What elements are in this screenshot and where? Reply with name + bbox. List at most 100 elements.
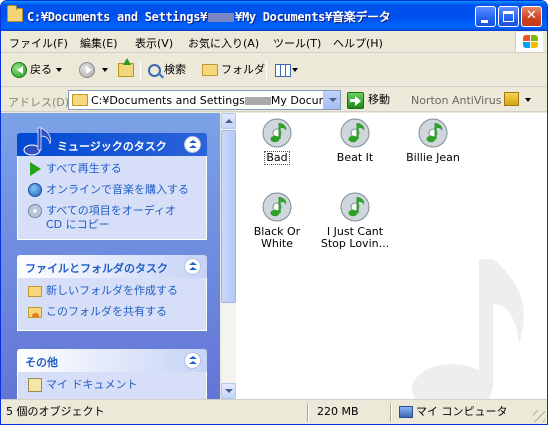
- task-pane-scrollbar[interactable]: [220, 113, 236, 399]
- title-bar[interactable]: C:¥Documents and Settings¥ ¥My Documents¥…: [1, 1, 547, 31]
- menu-view[interactable]: 表示(V): [135, 35, 173, 51]
- back-label: 戻る: [30, 63, 52, 76]
- file-name: Beat It: [336, 151, 374, 164]
- file-list-view[interactable]: Bad Beat It Billie Jean Black Or White I…: [237, 113, 547, 399]
- object-count: 5 個のオブジェクト: [6, 405, 105, 418]
- music-file-icon: [338, 191, 372, 223]
- redacted-username: [244, 97, 271, 105]
- buy-music-label: オンラインで音楽を購入する: [46, 183, 189, 196]
- file-folder-tasks-panel: ファイルとフォルダのタスク 新しいフォルダを作成する このフォルダを共有する: [17, 255, 207, 331]
- music-file-icon: [260, 191, 294, 223]
- other-places-body: マイ ドキュメント: [17, 372, 207, 399]
- status-separator: [307, 403, 309, 422]
- other-places-header[interactable]: その他: [17, 349, 207, 372]
- go-arrow-icon: [347, 91, 364, 109]
- norton-icon[interactable]: [504, 92, 519, 106]
- file-name: Billie Jean: [406, 151, 460, 164]
- menu-file[interactable]: ファイル(F): [9, 35, 68, 51]
- file-folder-tasks-header[interactable]: ファイルとフォルダのタスク: [17, 255, 207, 278]
- music-file-icon: [260, 117, 294, 149]
- other-places-panel: その他 マイ ドキュメント: [17, 349, 207, 399]
- folder-icon: [7, 5, 23, 22]
- standard-toolbar: 戻る 検索 フォルダ: [1, 54, 547, 87]
- status-bar: 5 個のオブジェクト 220 MB マイ コンピュータ: [1, 399, 547, 424]
- scroll-up-button[interactable]: [221, 113, 236, 129]
- explorer-window: C:¥Documents and Settings¥ ¥My Documents¥…: [0, 0, 548, 425]
- search-label: 検索: [164, 63, 186, 76]
- folders-button[interactable]: フォルダ: [202, 61, 265, 81]
- play-icon: [30, 162, 41, 176]
- collapse-icon[interactable]: [184, 258, 201, 275]
- scroll-thumb[interactable]: [221, 130, 236, 303]
- close-button[interactable]: ✕: [521, 6, 542, 27]
- other-places-title: その他: [25, 356, 58, 369]
- forward-arrow-icon: [79, 62, 95, 78]
- back-dropdown-icon[interactable]: [56, 68, 62, 72]
- go-button[interactable]: 移動: [347, 91, 390, 109]
- window-title: C:¥Documents and Settings¥ ¥My Documents¥…: [27, 10, 391, 24]
- resize-grip[interactable]: [533, 410, 545, 422]
- norton-dropdown-icon[interactable]: [525, 98, 531, 102]
- my-documents-link[interactable]: マイ ドキュメント: [28, 378, 206, 396]
- file-folder-tasks-title: ファイルとフォルダのタスク: [25, 262, 168, 275]
- folders-icon: [202, 64, 218, 76]
- go-label: 移動: [368, 93, 390, 106]
- file-item[interactable]: Bad: [237, 117, 317, 165]
- address-label: アドレス(D): [8, 96, 70, 109]
- status-separator: [390, 403, 392, 422]
- my-computer-icon: [399, 406, 413, 418]
- play-all-link[interactable]: すべて再生する: [28, 162, 206, 180]
- copy-to-cd-link[interactable]: すべての項目をオーディオ CD にコピー: [28, 204, 206, 232]
- file-item[interactable]: Billie Jean: [393, 117, 473, 164]
- address-dropdown-button[interactable]: [323, 91, 340, 109]
- scroll-down-button[interactable]: [221, 383, 236, 399]
- file-name: Black Or White: [253, 225, 301, 250]
- search-button[interactable]: 検索: [148, 61, 186, 81]
- views-button[interactable]: [275, 61, 298, 81]
- my-documents-label: マイ ドキュメント: [46, 378, 138, 391]
- toolbar-separator: [266, 61, 267, 81]
- back-button[interactable]: 戻る: [11, 61, 62, 81]
- maximize-icon: [503, 11, 514, 22]
- search-icon: [148, 63, 161, 77]
- music-tasks-header[interactable]: ミュージックのタスク: [17, 127, 207, 156]
- globe-icon: [28, 183, 42, 197]
- copy-to-cd-label-line1: すべての項目をオーディオ: [46, 204, 177, 217]
- maximize-button[interactable]: [498, 6, 519, 27]
- forward-dropdown-icon[interactable]: [102, 68, 108, 72]
- copy-to-cd-label-line2: CD にコピー: [46, 218, 110, 231]
- share-folder-icon: [28, 307, 42, 318]
- new-folder-icon: [28, 286, 42, 297]
- new-folder-label: 新しいフォルダを作成する: [46, 284, 178, 297]
- toolbar-separator: [140, 61, 141, 81]
- menu-edit[interactable]: 編集(E): [80, 35, 118, 51]
- play-all-label: すべて再生する: [46, 162, 122, 175]
- windows-logo-icon: [515, 32, 543, 52]
- share-folder-link[interactable]: このフォルダを共有する: [28, 305, 206, 323]
- file-item[interactable]: I Just Cant Stop Lovin...: [315, 191, 395, 250]
- menu-bar: ファイル(F) 編集(E) 表示(V) お気に入り(A) ツール(T) ヘルプ(…: [1, 31, 547, 53]
- folder-icon: [72, 94, 88, 106]
- file-item[interactable]: Black Or White: [237, 191, 317, 250]
- total-size: 220 MB: [317, 405, 359, 418]
- buy-music-online-link[interactable]: オンラインで音楽を購入する: [28, 183, 206, 201]
- new-folder-link[interactable]: 新しいフォルダを作成する: [28, 284, 206, 302]
- collapse-icon[interactable]: [184, 136, 201, 153]
- explorer-content: ミュージックのタスク すべて再生する オンラインで音楽を購入する すべての項目を…: [1, 113, 547, 399]
- forward-button[interactable]: [79, 61, 108, 81]
- up-folder-button[interactable]: [118, 58, 134, 81]
- menu-tools[interactable]: ツール(T): [273, 35, 321, 51]
- music-tasks-title: ミュージックのタスク: [57, 140, 167, 153]
- file-item[interactable]: Beat It: [315, 117, 395, 164]
- folders-label: フォルダ: [221, 63, 265, 76]
- minimize-button[interactable]: [475, 6, 496, 27]
- music-file-icon: [338, 117, 372, 149]
- menu-help[interactable]: ヘルプ(H): [333, 35, 383, 51]
- back-arrow-icon: [11, 62, 27, 78]
- menu-favorites[interactable]: お気に入り(A): [188, 35, 259, 51]
- address-input[interactable]: C:¥Documents and Settings My Docum: [68, 90, 341, 110]
- music-tasks-body: すべて再生する オンラインで音楽を購入する すべての項目をオーディオ CD にコ…: [17, 156, 207, 240]
- address-bar: アドレス(D) C:¥Documents and Settings My Docu…: [1, 88, 547, 112]
- my-documents-icon: [28, 378, 42, 392]
- collapse-icon[interactable]: [184, 352, 201, 369]
